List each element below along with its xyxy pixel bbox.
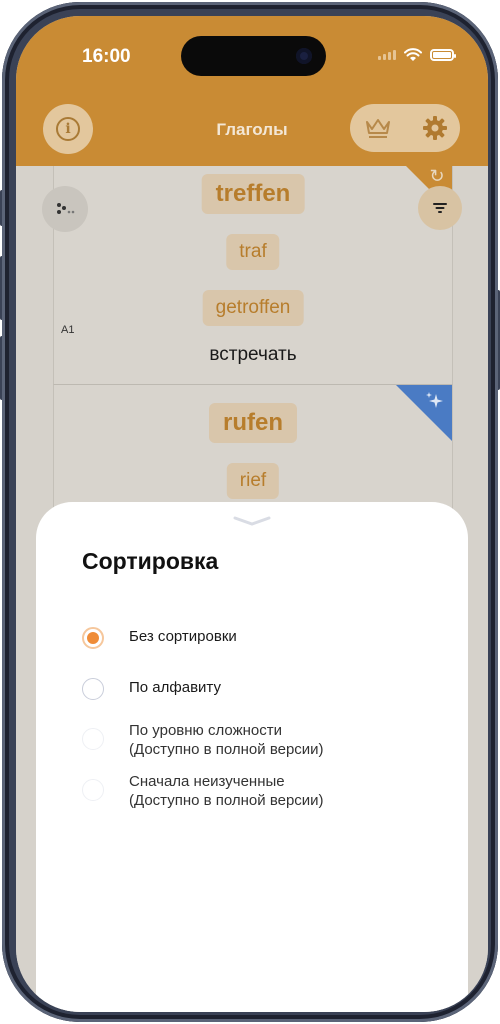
option-note: (Доступно в полной версии) xyxy=(129,792,324,809)
dice-icon xyxy=(57,203,75,214)
verb-translation: встречать xyxy=(209,344,297,365)
refresh-icon: ↻ xyxy=(429,166,445,186)
battery-icon xyxy=(430,49,456,61)
option-label: По алфавиту xyxy=(129,678,221,697)
verb-card[interactable]: ↻ treffen traf getroffen A1 встречать xyxy=(53,166,453,385)
dynamic-island xyxy=(181,36,326,76)
camera-icon xyxy=(296,48,312,64)
phone-frame: 16:00 i Глаголы ↻ treffen traf getroffen… xyxy=(2,2,498,1022)
sheet-title: Сортировка xyxy=(82,548,219,574)
sort-button[interactable] xyxy=(418,186,462,230)
chevron-down-icon[interactable] xyxy=(232,516,272,526)
header-actions xyxy=(350,104,460,152)
option-label: Без сортировки xyxy=(129,627,237,646)
sort-icon xyxy=(433,203,447,213)
option-label-text: По алфавиту xyxy=(129,679,221,696)
option-note: (Доступно в полной версии) xyxy=(129,741,324,758)
option-label-text: По уровню сложности xyxy=(129,722,282,739)
gear-icon[interactable] xyxy=(422,115,448,141)
verb-past[interactable]: traf xyxy=(226,234,280,270)
sort-option-unlearned: Сначала неизученные (Доступно в полной в… xyxy=(82,772,324,810)
status-time: 16:00 xyxy=(82,46,131,67)
radio-button-disabled xyxy=(82,728,104,750)
sort-bottom-sheet: Сортировка Без сортировки По алфавиту По… xyxy=(36,502,468,1012)
sort-option-alphabet[interactable]: По алфавиту xyxy=(82,678,221,700)
verb-infinitive[interactable]: treffen xyxy=(201,174,305,214)
option-label: По уровню сложности (Доступно в полной в… xyxy=(129,721,324,759)
radio-button[interactable] xyxy=(82,678,104,700)
status-bar: 16:00 xyxy=(16,16,488,94)
verb-past[interactable]: rief xyxy=(226,463,280,499)
crown-icon[interactable] xyxy=(364,116,392,140)
wifi-icon xyxy=(404,48,422,61)
sparkle-icon xyxy=(426,392,443,408)
radio-selected[interactable] xyxy=(82,627,104,649)
sort-option-none[interactable]: Без сортировки xyxy=(82,627,237,649)
option-label-text: Сначала неизученные xyxy=(129,773,285,790)
shuffle-button[interactable] xyxy=(42,186,88,232)
level-badge: A1 xyxy=(61,324,75,336)
option-label-text: Без сортировки xyxy=(129,628,237,645)
status-icons xyxy=(378,48,456,62)
screen: 16:00 i Глаголы ↻ treffen traf getroffen… xyxy=(16,16,488,1012)
app-header: i Глаголы xyxy=(16,94,488,166)
sort-option-difficulty: По уровню сложности (Доступно в полной в… xyxy=(82,721,324,759)
option-label: Сначала неизученные (Доступно в полной в… xyxy=(129,772,324,810)
verb-infinitive[interactable]: rufen xyxy=(209,403,297,443)
signal-icon xyxy=(378,50,396,60)
radio-button-disabled xyxy=(82,779,104,801)
verb-participle[interactable]: getroffen xyxy=(202,290,304,326)
